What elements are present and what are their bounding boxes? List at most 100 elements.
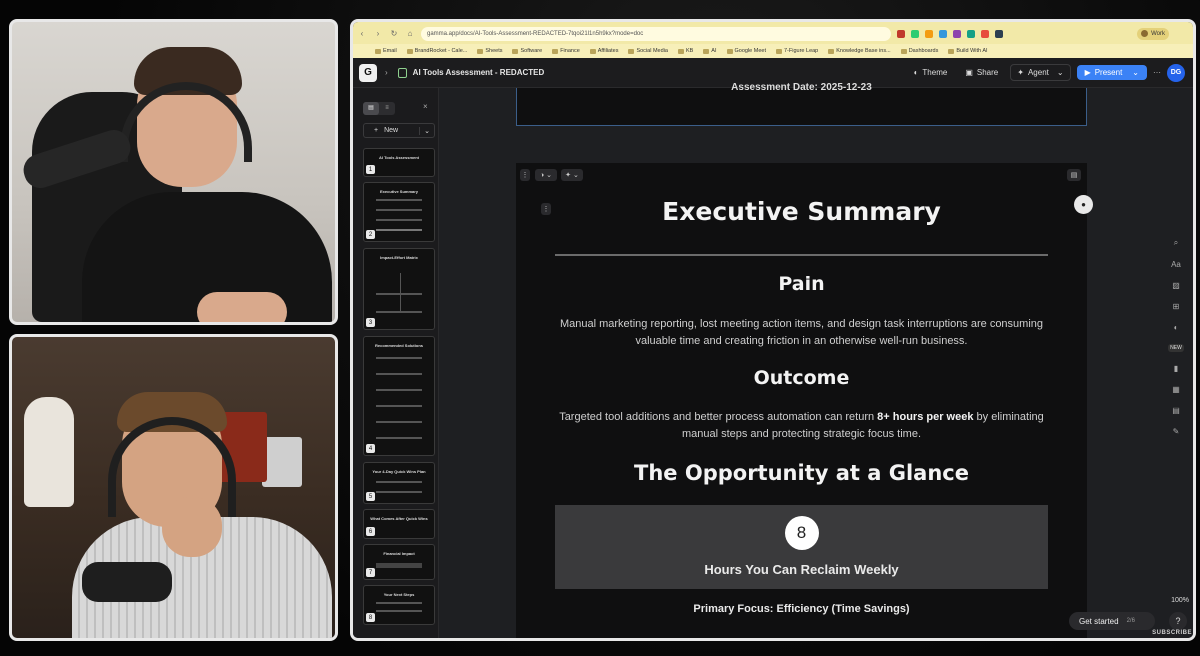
bookmark[interactable]: Knowledge Base ins... — [828, 48, 891, 54]
previous-card[interactable]: Assessment Date: 2025-12-23 — [516, 82, 1087, 126]
reload-icon[interactable]: ↻ — [389, 29, 399, 38]
more-icon[interactable]: ⋯ — [1153, 68, 1161, 77]
stat-value-badge: 8 — [784, 516, 819, 550]
folder-icon — [726, 48, 733, 54]
shelf-award — [262, 437, 302, 487]
thumbnail-line — [376, 405, 422, 407]
comment-button[interactable]: ● — [1074, 195, 1093, 214]
folder-icon — [552, 48, 559, 54]
slide-thumbnail-6[interactable]: What Comes After Quick Wins 6 — [363, 509, 435, 539]
theme-button[interactable]: ◐ Theme — [908, 65, 954, 80]
progress-count: 2/6 — [1126, 618, 1135, 624]
chevron-down-icon[interactable]: ⌄ — [419, 126, 430, 135]
bookmark[interactable]: Software — [512, 48, 542, 54]
share-button[interactable]: ▣ Share — [959, 65, 1004, 80]
chart-icon[interactable]: ▮ — [1174, 364, 1178, 373]
extension-icon[interactable] — [911, 29, 919, 38]
subscribe-overlay[interactable]: SUBSCRIBE — [1152, 630, 1192, 636]
thumbnail-line — [376, 602, 422, 604]
bookmark[interactable]: Affiliates — [589, 48, 618, 54]
slide-thumbnail-7[interactable]: Financial Impact 7 — [363, 544, 435, 580]
thumbnail-line — [376, 563, 422, 568]
chevron-right-icon[interactable]: › — [385, 68, 388, 77]
home-icon[interactable]: ⌂ — [405, 29, 415, 38]
bookmark[interactable]: Email — [375, 48, 397, 54]
slide-thumbnail-5[interactable]: Your 4-Day Quick Wins Plan 5 — [363, 462, 435, 504]
chevron-down-icon: ⌄ — [1056, 68, 1064, 77]
thumbnail-line — [376, 491, 422, 493]
text-style-icon[interactable]: Aa — [1171, 260, 1181, 269]
bookmark[interactable]: BrandRocket - Cale... — [406, 48, 467, 54]
help-button[interactable]: ? — [1169, 612, 1187, 630]
image-icon[interactable]: ▨ — [1172, 281, 1180, 290]
bookmark[interactable]: AI — [703, 48, 717, 54]
search-icon[interactable]: ⌕ — [1174, 238, 1178, 248]
extension-icon[interactable] — [981, 29, 989, 38]
view-toggle[interactable]: ▤ ≡ — [363, 102, 395, 115]
stat-box: 8 Hours You Can Reclaim Weekly — [555, 505, 1048, 589]
bookmark[interactable]: Google Meet — [726, 48, 766, 54]
folder-icon — [948, 48, 955, 54]
slide-thumbnail-8[interactable]: Your Next Steps 8 — [363, 585, 435, 625]
folder-icon — [900, 48, 907, 54]
slide-thumbnail-3[interactable]: Impact-Effort Matrix 3 — [363, 248, 435, 330]
folder-icon — [677, 48, 684, 54]
assessment-date: Assessment Date: 2025-12-23 — [731, 82, 872, 93]
new-card-button[interactable]: + New ⌄ — [363, 123, 435, 138]
close-icon[interactable]: × — [423, 102, 428, 111]
webcam-bottom — [9, 334, 338, 641]
thumbnail-line — [376, 610, 422, 612]
card-menu-button[interactable]: ⋮ — [520, 169, 530, 181]
user-avatar[interactable]: DG — [1167, 63, 1185, 82]
stat-label: Hours You Can Reclaim Weekly — [704, 562, 899, 577]
table-icon[interactable]: ▤ — [1172, 406, 1180, 415]
card-ai-button[interactable]: ✦ ⌄ — [561, 169, 583, 181]
embed-icon[interactable]: ▦ — [1172, 385, 1180, 394]
gamma-logo[interactable]: G — [359, 63, 377, 82]
slide-thumbnail-2[interactable]: Executive Summary 2 — [363, 182, 435, 242]
profile-name: Work — [1151, 30, 1165, 37]
bookmark[interactable]: Dashboards — [900, 48, 938, 54]
bookmark[interactable]: KB — [677, 48, 693, 54]
agent-button[interactable]: ✦ Agent ⌄ — [1010, 64, 1071, 81]
thumbnail-line — [376, 481, 422, 483]
extension-icon[interactable] — [953, 29, 961, 38]
extension-icon[interactable] — [897, 29, 905, 38]
executive-summary-card[interactable]: ⋮ ◑ ⌄ ✦ ⌄ ▤ ⋮ Executive Summary Pain Man… — [516, 163, 1087, 638]
slide-thumbnail-4[interactable]: Recommended Solutions 4 — [363, 336, 435, 456]
play-icon: ▶ — [1084, 68, 1091, 77]
present-button[interactable]: ▶ Present ⌄ — [1076, 65, 1147, 80]
extension-icon[interactable] — [967, 29, 975, 38]
zoom-level[interactable]: 100% — [1171, 597, 1189, 604]
title-divider — [555, 254, 1048, 256]
extension-icon[interactable] — [995, 29, 1003, 38]
bookmark[interactable]: Sheets — [477, 48, 502, 54]
extension-icon[interactable] — [939, 29, 947, 38]
list-view-icon[interactable]: ≡ — [379, 102, 395, 115]
card-layout-button[interactable]: ▤ — [1067, 169, 1081, 181]
card-style-button[interactable]: ◑ ⌄ — [535, 169, 557, 181]
thumbnail-line — [376, 437, 422, 439]
url-bar[interactable]: gamma.app/docs/AI-Tools-Assessment-REDAC… — [421, 26, 891, 41]
bookmark[interactable]: Build With AI — [948, 48, 988, 54]
profile-avatar-icon — [1141, 30, 1149, 37]
slide-thumbnail-1[interactable]: AI Tools Assessment 1 — [363, 148, 435, 177]
doc-canvas: Assessment Date: 2025-12-23 ⋮ ◑ ⌄ ✦ ⌄ ▤ … — [439, 82, 1193, 638]
bookmarks-bar: Email BrandRocket - Cale... Sheets Softw… — [353, 44, 1193, 58]
folder-icon — [512, 48, 519, 54]
toggle-icon[interactable]: ◐ — [1174, 323, 1179, 332]
cards-view-icon[interactable]: ▤ — [363, 102, 379, 115]
thumbnail-line — [376, 311, 422, 313]
bookmark[interactable]: Social Media — [628, 48, 668, 54]
back-icon[interactable]: ‹ — [357, 29, 367, 38]
bookmark[interactable]: 7-Figure Leap — [776, 48, 818, 54]
thumbnail-line — [376, 199, 422, 201]
edit-icon[interactable]: ✎ — [1173, 427, 1180, 436]
forward-icon[interactable]: › — [373, 29, 383, 38]
bookmark[interactable]: Finance — [552, 48, 580, 54]
extension-icon[interactable] — [925, 29, 933, 38]
layout-icon[interactable]: ⊞ — [1173, 302, 1180, 311]
profile-button[interactable]: Work — [1137, 27, 1169, 40]
doc-title[interactable]: AI Tools Assessment - REDACTED — [413, 68, 545, 77]
get-started-button[interactable]: Get started 2/6 — [1069, 612, 1155, 630]
